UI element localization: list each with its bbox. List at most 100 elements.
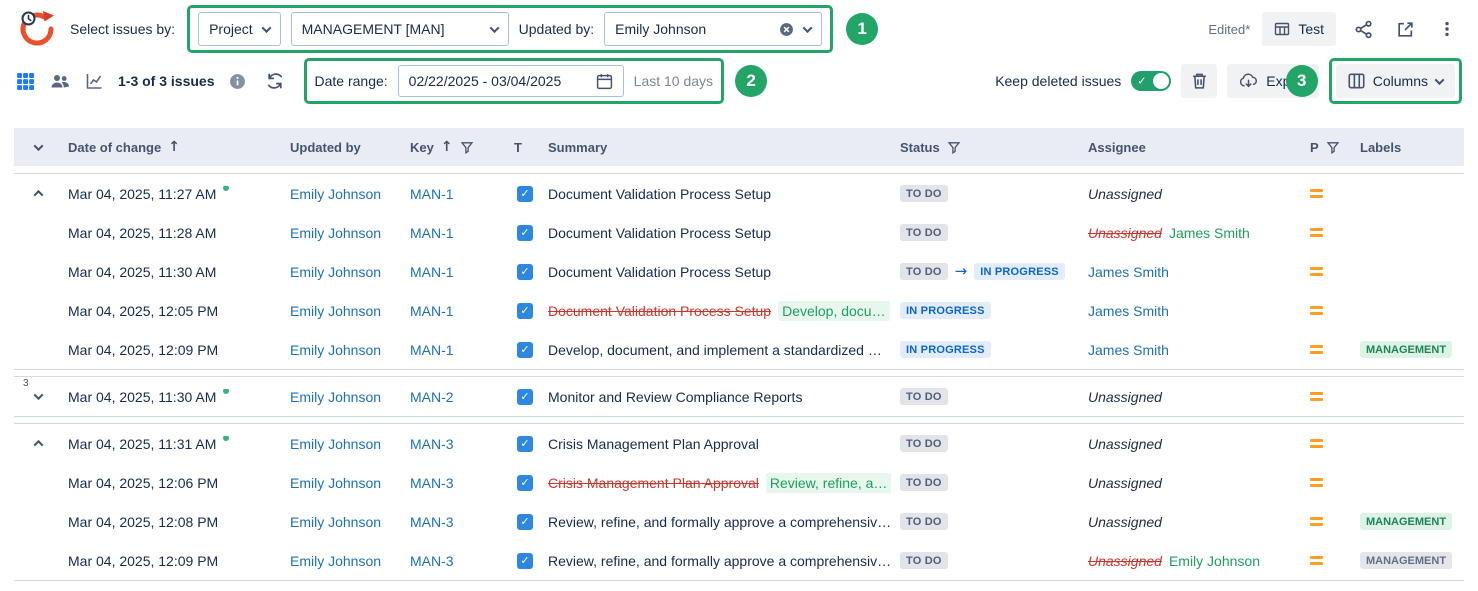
updated-by-link[interactable]: Emily Johnson <box>290 553 381 569</box>
summary-cell: Document Validation Process Setup <box>542 225 894 241</box>
assignee-link[interactable]: James Smith <box>1088 342 1169 358</box>
change-date: Mar 04, 2025, 11:30 AM <box>68 389 216 405</box>
table-row: Mar 04, 2025, 12:09 PMEmily JohnsonMAN-3… <box>14 541 1464 580</box>
updated-by-link[interactable]: Emily Johnson <box>290 389 381 405</box>
issue-key-link[interactable]: MAN-1 <box>410 225 454 241</box>
assignee-cell: James Smith <box>1082 342 1304 358</box>
updated-by-cell: Emily Johnson <box>284 264 404 280</box>
col-status[interactable]: Status <box>894 140 1082 155</box>
delete-button[interactable] <box>1181 64 1217 98</box>
updated-by-link[interactable]: Emily Johnson <box>290 186 381 202</box>
filter-type-select[interactable]: Project <box>198 12 281 46</box>
date-range-preset: Last 10 days <box>634 73 713 89</box>
filter-icon[interactable] <box>1326 141 1340 154</box>
date-range-value: 02/22/2025 - 03/04/2025 <box>409 73 562 89</box>
assignee-unassigned: Unassigned <box>1088 389 1162 405</box>
updated-by-link[interactable]: Emily Johnson <box>290 225 381 241</box>
annotation-step-2: 2 <box>735 65 767 97</box>
old-assignee: Unassigned <box>1088 225 1162 241</box>
columns-button[interactable]: Columns <box>1336 64 1455 98</box>
col-updated-by[interactable]: Updated by <box>284 140 404 155</box>
updated-by-link[interactable]: Emily Johnson <box>290 303 381 319</box>
issue-key-link[interactable]: MAN-3 <box>410 553 454 569</box>
type-cell <box>506 553 542 569</box>
issue-key-link[interactable]: MAN-1 <box>410 264 454 280</box>
label-badge: MANAGEMENT <box>1360 341 1452 358</box>
sort-ascending-icon[interactable]: ↑ <box>168 140 180 154</box>
project-select[interactable]: MANAGEMENT [MAN] <box>291 12 509 46</box>
collapse-group-icon[interactable] <box>26 432 50 456</box>
date-range-input[interactable]: 02/22/2025 - 03/04/2025 <box>398 65 624 97</box>
col-date-of-change[interactable]: Date of change ↑ <box>62 140 284 155</box>
table-row: Mar 04, 2025, 11:31 AMEmily JohnsonMAN-3… <box>14 424 1464 463</box>
expand-group-icon[interactable]: 3 <box>26 385 50 409</box>
priority-cell <box>1304 478 1354 487</box>
priority-cell <box>1304 517 1354 526</box>
col-label: Updated by <box>290 140 361 155</box>
col-type[interactable]: T <box>506 140 542 155</box>
updated-by-cell: Emily Johnson <box>284 475 404 491</box>
summary-text: Monitor and Review Compliance Reports <box>548 389 802 405</box>
col-key[interactable]: Key ↑ <box>404 140 506 155</box>
filter-icon[interactable] <box>947 141 961 154</box>
status-badge: TO DO <box>900 435 948 452</box>
group-change-count: 3 <box>23 378 29 389</box>
type-cell <box>506 186 542 202</box>
table-view-button[interactable] <box>16 72 35 91</box>
collapse-group-icon[interactable] <box>26 182 50 206</box>
calendar-icon[interactable] <box>596 73 613 90</box>
saved-view-button[interactable]: Test <box>1262 12 1336 46</box>
updated-by-link[interactable]: Emily Johnson <box>290 264 381 280</box>
updated-by-link[interactable]: Emily Johnson <box>290 514 381 530</box>
col-priority[interactable]: P <box>1304 140 1354 155</box>
updated-by-link[interactable]: Emily Johnson <box>290 436 381 452</box>
assignee-cell: UnassignedEmily Johnson <box>1082 553 1304 569</box>
keep-deleted-toggle[interactable] <box>1131 71 1171 91</box>
col-labels[interactable]: Labels <box>1354 140 1464 155</box>
issue-key-link[interactable]: MAN-1 <box>410 303 454 319</box>
sort-ascending-icon[interactable]: ↑ <box>441 140 453 154</box>
date-of-change-cell: Mar 04, 2025, 12:09 PM <box>62 342 284 358</box>
key-cell: MAN-1 <box>404 264 506 280</box>
col-assignee[interactable]: Assignee <box>1082 140 1304 155</box>
issue-key-link[interactable]: MAN-1 <box>410 186 454 202</box>
updated-by-select[interactable]: Emily Johnson <box>604 12 822 46</box>
issue-key-link[interactable]: MAN-3 <box>410 475 454 491</box>
issue-key-link[interactable]: MAN-3 <box>410 436 454 452</box>
summary-cell: Develop, document, and implement a stand… <box>542 342 894 358</box>
users-view-button[interactable] <box>50 72 70 90</box>
clear-icon[interactable] <box>779 22 794 37</box>
updated-by-link[interactable]: Emily Johnson <box>290 475 381 491</box>
collapse-all-icon[interactable] <box>26 135 50 159</box>
change-date: Mar 04, 2025, 11:28 AM <box>68 225 216 241</box>
refresh-button[interactable] <box>260 64 290 98</box>
open-in-window-button[interactable] <box>1390 12 1420 46</box>
labels-cell: MANAGEMENT <box>1354 552 1464 569</box>
activity-chart-view-button[interactable] <box>85 72 104 90</box>
assignee-cell: James Smith <box>1082 264 1304 280</box>
col-summary[interactable]: Summary <box>542 140 894 155</box>
col-label: T <box>514 140 522 155</box>
type-cell <box>506 264 542 280</box>
columns-label: Columns <box>1373 73 1428 89</box>
summary-cell: Monitor and Review Compliance Reports <box>542 389 894 405</box>
share-button[interactable] <box>1348 12 1378 46</box>
annotation-box-2: Date range: 02/22/2025 - 03/04/2025 Last… <box>304 58 725 104</box>
summary-text: Crisis Management Plan Approval <box>548 436 759 452</box>
issue-key-link[interactable]: MAN-1 <box>410 342 454 358</box>
filter-icon[interactable] <box>460 141 474 154</box>
key-cell: MAN-3 <box>404 514 506 530</box>
key-cell: MAN-1 <box>404 225 506 241</box>
summary-cell: Review, refine, and formally approve a c… <box>542 553 894 569</box>
updated-by-link[interactable]: Emily Johnson <box>290 342 381 358</box>
task-type-icon <box>517 264 533 280</box>
issue-key-link[interactable]: MAN-2 <box>410 389 454 405</box>
select-issues-by-label: Select issues by: <box>70 21 175 37</box>
priority-cell <box>1304 439 1354 448</box>
info-icon[interactable] <box>229 73 246 90</box>
more-actions-button[interactable] <box>1432 12 1462 46</box>
label-badge: MANAGEMENT <box>1360 513 1452 530</box>
assignee-link[interactable]: James Smith <box>1088 303 1169 319</box>
assignee-link[interactable]: James Smith <box>1088 264 1169 280</box>
issue-key-link[interactable]: MAN-3 <box>410 514 454 530</box>
